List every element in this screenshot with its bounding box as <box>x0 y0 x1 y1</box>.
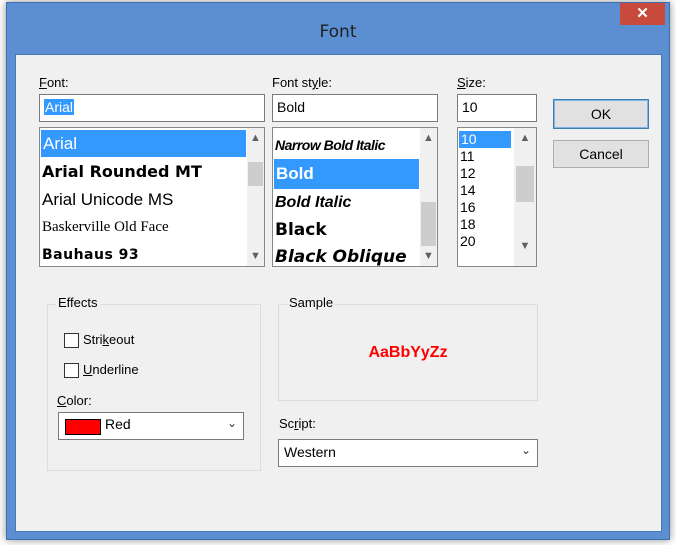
font-list-item-baskerville[interactable]: Baskerville Old Face <box>42 214 169 241</box>
script-label: Script: <box>279 416 316 431</box>
dialog-client-area: Font: Arial Arial Arial Rounded MT Arial… <box>15 54 662 532</box>
font-style-label: Font style: <box>272 75 332 90</box>
chevron-down-icon: ⌄ <box>226 416 237 430</box>
scroll-thumb[interactable] <box>516 166 534 202</box>
cancel-button[interactable]: Cancel <box>553 140 649 168</box>
style-list-item-black[interactable]: Black <box>275 216 327 245</box>
style-list-item-narrow-bold-italic[interactable]: Narrow Bold Italic <box>275 132 386 159</box>
font-list-scrollbar[interactable]: ▲ ▼ <box>247 128 264 266</box>
style-list-scrollbar[interactable]: ▲ ▼ <box>420 128 437 266</box>
close-button[interactable]: ✕ <box>620 3 665 25</box>
size-list-item[interactable]: 14 <box>460 182 476 199</box>
size-label: Size: <box>457 75 486 90</box>
font-dialog-window: Font ✕ Font: Arial Arial Arial Rounded M… <box>6 2 670 540</box>
size-list-item[interactable]: 11 <box>460 148 475 165</box>
size-list-item[interactable]: 10 <box>459 131 511 148</box>
font-name-list[interactable]: Arial Arial Rounded MT Arial Unicode MS … <box>39 127 265 267</box>
style-list-item-bold-italic[interactable]: Bold Italic <box>275 189 351 216</box>
ok-button[interactable]: OK <box>553 99 649 129</box>
script-dropdown[interactable]: Western ⌄ <box>278 439 538 467</box>
strikeout-checkbox[interactable] <box>64 333 79 348</box>
font-list-item-arial-rounded[interactable]: Arial Rounded MT <box>42 158 202 185</box>
scroll-up-icon[interactable]: ▲ <box>514 132 536 144</box>
sample-text: AaBbYyZz <box>368 344 448 361</box>
color-dropdown-value: Red <box>105 416 131 432</box>
font-label: Font: <box>39 75 69 90</box>
color-label: Color: <box>57 393 92 408</box>
scroll-thumb[interactable] <box>421 202 436 246</box>
effects-group-title: Effects <box>56 295 100 310</box>
font-size-input[interactable]: 10 <box>457 94 537 122</box>
title-bar[interactable]: Font ✕ <box>7 3 669 53</box>
style-list-item-black-oblique[interactable]: Black Oblique <box>275 244 407 266</box>
font-list-item-bauhaus[interactable]: Bauhaus 93 <box>42 242 139 266</box>
scroll-down-icon[interactable]: ▼ <box>247 250 264 262</box>
font-name-input-text: Arial <box>44 99 75 115</box>
size-list-item[interactable]: 16 <box>460 199 476 216</box>
close-icon: ✕ <box>636 5 649 22</box>
sample-group-title: Sample <box>287 295 336 310</box>
font-list-item-arial-unicode[interactable]: Arial Unicode MS <box>42 186 173 213</box>
font-style-list[interactable]: Narrow Bold Italic Bold Bold Italic Blac… <box>272 127 438 267</box>
scroll-thumb[interactable] <box>248 162 263 186</box>
scroll-down-icon[interactable]: ▼ <box>514 240 536 252</box>
underline-label[interactable]: Underline <box>83 362 139 377</box>
size-list-scrollbar[interactable]: ▲ ▼ <box>514 128 536 266</box>
style-list-item-bold[interactable]: Bold <box>274 159 419 189</box>
script-dropdown-value: Western <box>284 444 336 460</box>
dialog-title: Font <box>319 22 357 42</box>
size-list-item[interactable]: 18 <box>460 216 476 233</box>
font-style-input[interactable]: Bold <box>272 94 438 122</box>
strikeout-label[interactable]: Strikeout <box>83 332 134 347</box>
color-dropdown[interactable]: Red ⌄ <box>58 412 244 440</box>
effects-group <box>47 304 261 471</box>
underline-checkbox[interactable] <box>64 363 79 378</box>
font-size-list[interactable]: 10 11 12 14 16 18 20 ▲ ▼ <box>457 127 537 267</box>
scroll-down-icon[interactable]: ▼ <box>420 250 437 262</box>
size-list-item[interactable]: 20 <box>460 233 476 250</box>
color-swatch <box>65 419 101 435</box>
font-list-item-arial[interactable]: Arial <box>41 130 246 157</box>
chevron-down-icon: ⌄ <box>520 443 531 457</box>
size-list-item[interactable]: 12 <box>460 165 476 182</box>
font-name-input[interactable]: Arial <box>39 94 265 122</box>
scroll-up-icon[interactable]: ▲ <box>420 132 437 144</box>
scroll-up-icon[interactable]: ▲ <box>247 132 264 144</box>
